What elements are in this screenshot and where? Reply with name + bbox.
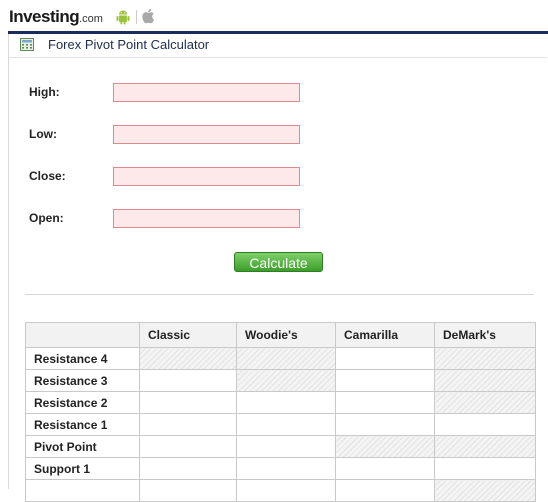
site-header: Investing.com xyxy=(0,0,548,33)
result-cell-disabled xyxy=(434,479,536,502)
result-cell-disabled xyxy=(236,347,336,370)
row-label: Support 1 xyxy=(25,457,140,480)
logo-domain: .com xyxy=(79,13,103,25)
result-cell xyxy=(335,347,435,370)
title-divider xyxy=(9,57,547,58)
result-cell xyxy=(139,479,237,502)
result-cell-disabled xyxy=(434,391,536,414)
column-header-demarks: DeMark's xyxy=(434,322,536,348)
table-row: Pivot Point xyxy=(25,435,536,458)
apple-icon[interactable] xyxy=(142,8,156,24)
pivot-table: Classic Woodie's Camarilla DeMark's Resi… xyxy=(25,322,536,502)
row-label: Resistance 1 xyxy=(25,413,140,436)
high-label: High: xyxy=(29,85,60,99)
table-row: Resistance 2 xyxy=(25,391,536,414)
result-cell xyxy=(335,369,435,392)
table-row: Support 1 xyxy=(25,457,536,480)
investing-logo[interactable]: Investing.com xyxy=(9,7,103,27)
result-cell-disabled xyxy=(139,347,237,370)
row-label: Resistance 3 xyxy=(25,369,140,392)
result-cell xyxy=(335,479,435,502)
result-cell xyxy=(236,479,336,502)
close-input[interactable] xyxy=(113,167,300,186)
logo-text: Investing xyxy=(9,7,80,26)
result-cell xyxy=(236,457,336,480)
result-cell xyxy=(139,413,237,436)
row-label: Resistance 4 xyxy=(25,347,140,370)
calculator-title: Forex Pivot Point Calculator xyxy=(48,37,210,52)
low-label: Low: xyxy=(29,127,57,141)
high-input[interactable] xyxy=(113,83,300,102)
table-row: Resistance 3 xyxy=(25,369,536,392)
result-cell-disabled xyxy=(236,369,336,392)
row-label: Pivot Point xyxy=(25,435,140,458)
low-input[interactable] xyxy=(113,125,300,144)
result-cell-disabled xyxy=(335,435,435,458)
result-cell xyxy=(139,369,237,392)
column-header-classic: Classic xyxy=(139,322,237,348)
result-cell xyxy=(434,457,536,480)
row-label: Resistance 2 xyxy=(25,391,140,414)
result-cell xyxy=(335,391,435,414)
open-label: Open: xyxy=(29,211,64,225)
result-cell xyxy=(236,391,336,414)
table-header-row: Classic Woodie's Camarilla DeMark's xyxy=(25,322,536,348)
table-row xyxy=(25,479,536,502)
result-cell xyxy=(139,391,237,414)
open-input[interactable] xyxy=(113,209,300,228)
result-cell xyxy=(236,413,336,436)
close-label: Close: xyxy=(29,169,66,183)
result-cell-disabled xyxy=(434,347,536,370)
column-header-camarilla: Camarilla xyxy=(335,322,435,348)
calculate-button[interactable]: Calculate xyxy=(234,252,323,272)
header-divider xyxy=(136,10,137,24)
column-header xyxy=(25,322,140,348)
calculator-title-row: Forex Pivot Point Calculator xyxy=(10,36,530,56)
result-cell xyxy=(139,435,237,458)
result-cell xyxy=(139,457,237,480)
result-cell xyxy=(434,413,536,436)
table-row: Resistance 4 xyxy=(25,347,536,370)
result-cell xyxy=(335,457,435,480)
section-divider xyxy=(25,294,534,295)
result-cell xyxy=(236,435,336,458)
android-icon[interactable] xyxy=(116,9,130,25)
result-cell-disabled xyxy=(434,435,536,458)
calculator-icon xyxy=(20,38,34,51)
table-row: Resistance 1 xyxy=(25,413,536,436)
column-header-woodies: Woodie's xyxy=(236,322,336,348)
result-cell xyxy=(335,413,435,436)
row-label xyxy=(25,479,140,502)
result-cell-disabled xyxy=(434,369,536,392)
